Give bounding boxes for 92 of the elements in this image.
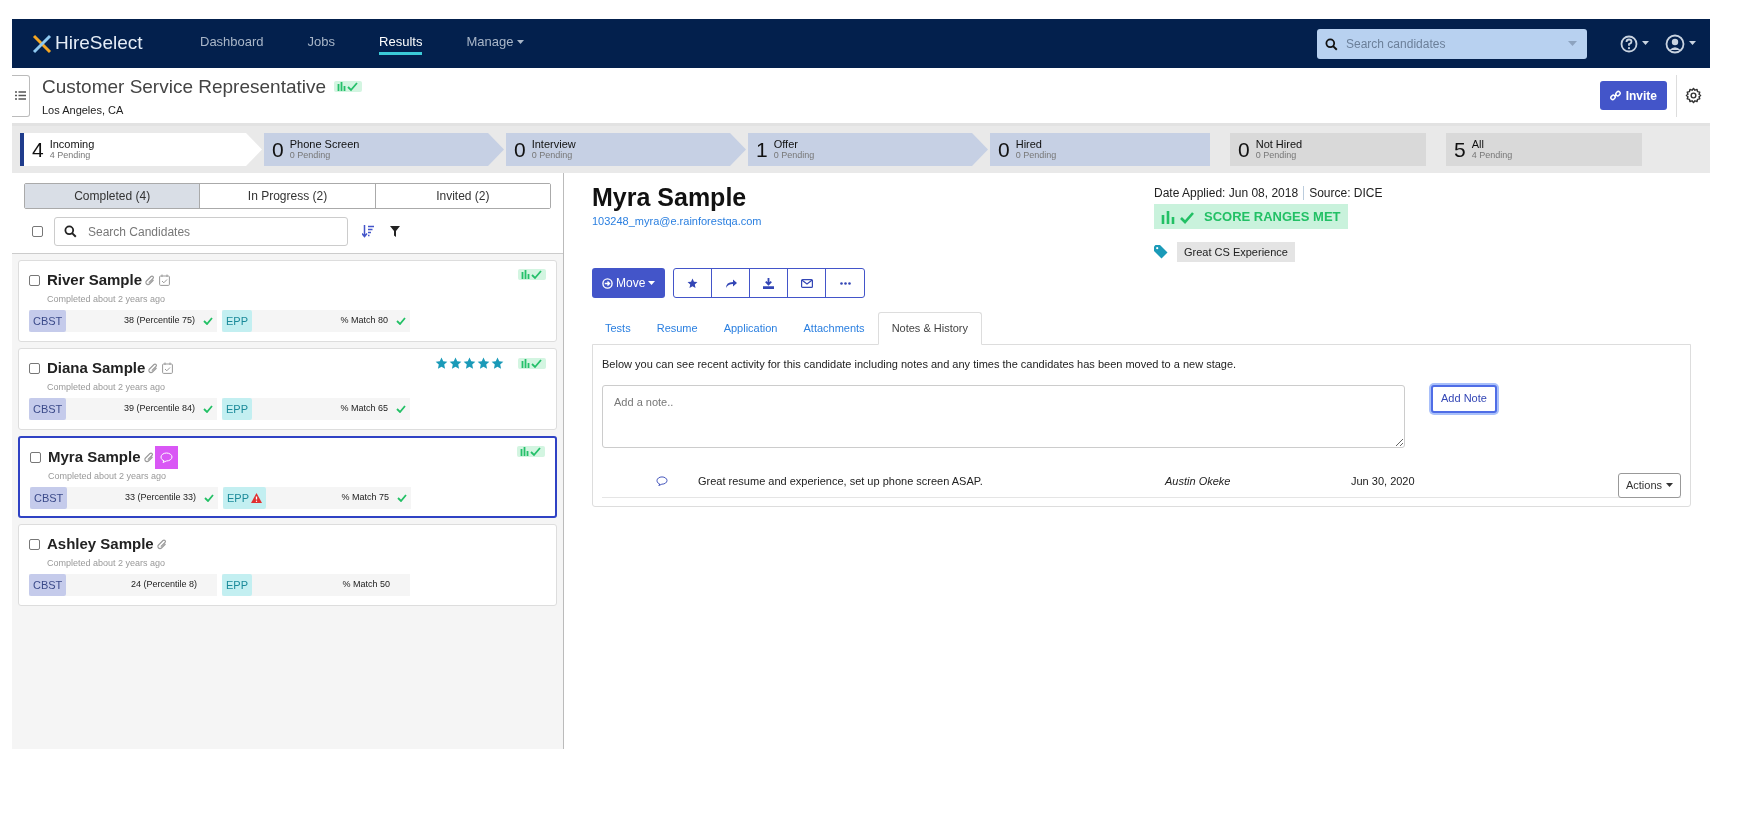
download-icon bbox=[763, 277, 775, 289]
candidate-card[interactable]: Myra Sample Completed about 2 years ago CBST 33 (Percentile 33) EPP % Match 75 bbox=[18, 436, 557, 518]
test-score: 33 (Percentile 33) bbox=[124, 491, 196, 505]
nav-link[interactable]: Results bbox=[379, 31, 423, 56]
envelope-icon bbox=[800, 278, 813, 288]
completed-time: Completed about 2 years ago bbox=[48, 469, 168, 483]
test-score: % Match 50 bbox=[342, 578, 390, 592]
help-icon bbox=[1620, 34, 1638, 53]
comment-icon[interactable] bbox=[154, 445, 178, 469]
nav-link[interactable]: Jobs bbox=[307, 31, 336, 56]
help-menu[interactable] bbox=[1620, 34, 1649, 53]
search-icon bbox=[64, 225, 77, 238]
search-field[interactable]: Search candidates bbox=[1317, 28, 1587, 59]
candidate-name[interactable]: Myra Sample bbox=[48, 446, 141, 469]
job-title: Customer Service Representative bbox=[42, 74, 327, 99]
filter-tab[interactable]: Invited (2) bbox=[374, 184, 550, 208]
nav-link[interactable]: Manage bbox=[466, 31, 525, 56]
candidate-name: Myra Sample bbox=[592, 182, 748, 213]
star-icon bbox=[687, 277, 699, 289]
checkbox[interactable] bbox=[29, 362, 40, 374]
test-badge: EPP bbox=[222, 574, 252, 596]
test-badge: EPP bbox=[223, 487, 266, 509]
test-badge: CBST bbox=[29, 310, 67, 332]
score-met-badge bbox=[334, 81, 363, 93]
move-button[interactable]: Move bbox=[592, 268, 666, 298]
candidate-name[interactable]: Diana Sample bbox=[47, 357, 146, 380]
select-all-checkbox[interactable] bbox=[32, 226, 43, 237]
settings-icon[interactable] bbox=[1685, 87, 1702, 104]
search-icon bbox=[1325, 37, 1338, 51]
test-score: 38 (Percentile 75) bbox=[123, 314, 195, 328]
email-link[interactable]: 103248_myra@e.rainforestqa.com bbox=[592, 213, 1154, 230]
detail-tab[interactable]: Application bbox=[710, 312, 791, 345]
completed-time: Completed about 2 years ago bbox=[47, 292, 167, 306]
tag-icon bbox=[1154, 245, 1168, 259]
activity-description: Below you can see recent activity for this candidate including notes and any times the candidates has been moved to a new stage. bbox=[602, 357, 1238, 372]
detail-tab[interactable]: Tests bbox=[592, 312, 644, 345]
test-badge: CBST bbox=[29, 398, 67, 420]
test-badge: EPP bbox=[222, 398, 252, 420]
test-badge: EPP bbox=[222, 310, 252, 332]
note-author: Austin Okeke bbox=[1165, 473, 1232, 489]
checkbox[interactable] bbox=[29, 274, 40, 286]
test-score: 39 (Percentile 84) bbox=[123, 402, 195, 416]
checkbox[interactable] bbox=[29, 538, 40, 550]
ellipsis-icon bbox=[839, 281, 851, 285]
score-met-badge: SCORE RANGES MET bbox=[1154, 204, 1348, 229]
user-menu[interactable] bbox=[1665, 33, 1696, 54]
checkbox[interactable] bbox=[30, 451, 41, 463]
test-score: % Match 80 bbox=[340, 314, 388, 328]
candidate-card[interactable]: Diana Sample Completed about 2 years ago CBST 39 (Percentile 84) EPP % Match 65 bbox=[18, 348, 557, 430]
add-note-button[interactable]: Add Note bbox=[1431, 384, 1497, 413]
link-icon bbox=[1609, 90, 1621, 101]
date-applied: Date Applied: Jun 08, 2018 bbox=[1154, 185, 1299, 202]
detail-tab[interactable]: Resume bbox=[643, 312, 711, 345]
test-score: % Match 75 bbox=[341, 491, 389, 505]
completed-time: Completed about 2 years ago bbox=[47, 380, 167, 394]
caret-icon bbox=[1666, 483, 1673, 487]
filter-tab[interactable]: Completed (4) bbox=[25, 184, 200, 208]
note-date: Jun 30, 2020 bbox=[1351, 473, 1415, 489]
actions-button[interactable]: Actions bbox=[1617, 472, 1681, 498]
caret-icon bbox=[1689, 41, 1696, 46]
test-score: 24 (Percentile 8) bbox=[130, 578, 197, 592]
comment-icon bbox=[656, 476, 668, 486]
note-text: Great resume and experience, set up phone screen ASAP. bbox=[698, 473, 984, 489]
candidate-card[interactable]: River Sample Completed about 2 years ago CBST 38 (Percentile 75) EPP % Match 80 bbox=[18, 260, 557, 342]
test-score: % Match 65 bbox=[340, 402, 388, 416]
test-badge: CBST bbox=[30, 487, 68, 509]
completed-time: Completed about 2 years ago bbox=[47, 556, 167, 570]
test-badge: CBST bbox=[29, 574, 67, 596]
logo-text: HireSelect bbox=[55, 31, 143, 56]
job-location: Los Angeles, CA bbox=[42, 103, 125, 118]
list-icon bbox=[15, 91, 26, 100]
logo-icon bbox=[32, 32, 52, 55]
caret-icon bbox=[1642, 41, 1649, 46]
note-field[interactable]: Add a note.. bbox=[602, 384, 1405, 448]
filter-icon[interactable] bbox=[390, 226, 400, 237]
caret-icon bbox=[1568, 40, 1577, 47]
nav-link[interactable]: Dashboard bbox=[200, 31, 264, 56]
candidate-tag: Great CS Experience bbox=[1177, 242, 1295, 262]
detail-tab[interactable]: Attachments bbox=[790, 312, 878, 345]
search-field[interactable]: Search Candidates bbox=[54, 217, 348, 246]
sort-icon[interactable] bbox=[362, 225, 374, 238]
caret-icon bbox=[648, 281, 656, 285]
source-label: Source: DICE bbox=[1309, 185, 1383, 202]
sidebar-toggle[interactable] bbox=[12, 74, 30, 117]
circle-arrow-icon bbox=[602, 277, 613, 289]
user-icon bbox=[1665, 33, 1685, 54]
invite-button[interactable]: Invite bbox=[1599, 81, 1667, 110]
forward-arrow-icon bbox=[724, 278, 737, 288]
candidate-card[interactable]: Ashley Sample Completed about 2 years ago CBST 24 (Percentile 8) EPP % Match 50 bbox=[18, 524, 557, 606]
candidate-name[interactable]: River Sample bbox=[47, 269, 143, 292]
detail-tab[interactable]: Notes & History bbox=[877, 312, 983, 345]
candidate-name[interactable]: Ashley Sample bbox=[47, 533, 154, 556]
